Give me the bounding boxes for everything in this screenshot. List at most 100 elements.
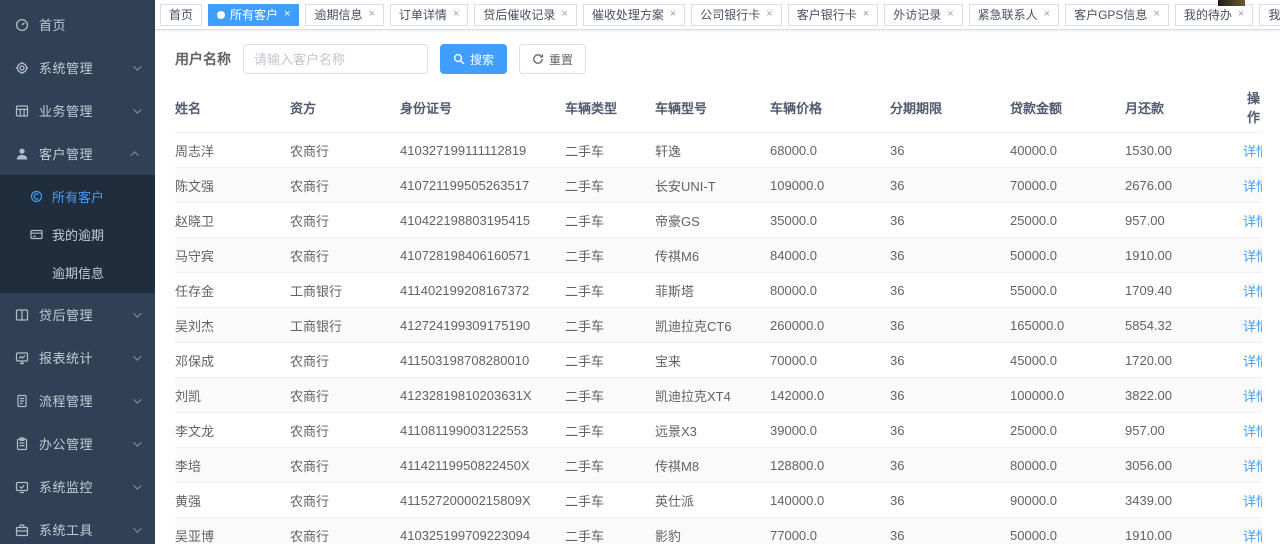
grid-icon — [15, 104, 29, 118]
close-icon[interactable]: × — [284, 9, 290, 20]
view-tab[interactable]: 客户银行卡 × — [788, 4, 878, 26]
chevron-down-icon — [133, 309, 141, 317]
col-header-price: 车辆价格 — [770, 88, 890, 133]
search-input[interactable] — [243, 44, 428, 74]
tab-label: 逾期信息 — [314, 6, 362, 23]
col-header-vehicle-model: 车辆型号 — [655, 88, 770, 133]
sidebar-item-postloan-mgmt[interactable]: 贷后管理 — [0, 293, 155, 336]
detail-link[interactable]: 详情 — [1243, 424, 1262, 439]
close-icon[interactable]: × — [670, 9, 676, 20]
view-tab[interactable]: 逾期信息 × — [305, 4, 383, 26]
cell-vehicle-type: 二手车 — [565, 483, 655, 518]
detail-link[interactable]: 详情 — [1243, 319, 1262, 334]
table-row: 马守宾 农商行 410728198406160571 二手车 传祺M6 8400… — [175, 238, 1262, 273]
cell-price: 39000.0 — [770, 413, 890, 448]
tab-label: 催收处理方案 — [592, 6, 664, 23]
sidebar-item-system-mgmt[interactable]: 系统管理 — [0, 46, 155, 89]
view-tab[interactable]: 所有客户 × — [208, 4, 299, 26]
table-row: 刘凯 农商行 41232819810203631X 二手车 凯迪拉克XT4 14… — [175, 378, 1262, 413]
flow-icon — [15, 394, 29, 408]
view-tab[interactable]: 客户GPS信息 × — [1065, 4, 1169, 26]
cell-term: 36 — [890, 413, 1010, 448]
cell-vehicle-type: 二手车 — [565, 343, 655, 378]
close-icon[interactable]: × — [368, 9, 374, 20]
table-row: 李文龙 农商行 411081199003122553 二手车 远景X3 3900… — [175, 413, 1262, 448]
col-header-loan: 贷款金额 — [1010, 88, 1125, 133]
view-tab[interactable]: 订单详情 × — [390, 4, 468, 26]
cell-vehicle-type: 二手车 — [565, 168, 655, 203]
detail-link[interactable]: 详情 — [1243, 354, 1262, 369]
sidebar-item-label: 贷后管理 — [39, 305, 133, 324]
sidebar-item-process-mgmt[interactable]: 流程管理 — [0, 379, 155, 422]
sidebar-item-system-tools[interactable]: 系统工具 — [0, 508, 155, 544]
sidebar-item-business-mgmt[interactable]: 业务管理 — [0, 89, 155, 132]
cell-name: 邓保成 — [175, 343, 290, 378]
sidebar-item-label: 系统工具 — [39, 520, 133, 539]
chevron-down-icon — [133, 524, 141, 532]
cell-funder: 农商行 — [290, 203, 400, 238]
cell-vehicle-model: 传祺M6 — [655, 238, 770, 273]
detail-link[interactable]: 详情 — [1243, 494, 1262, 509]
cell-monthly: 1910.00 — [1125, 518, 1243, 544]
detail-link[interactable]: 详情 — [1243, 459, 1262, 474]
main-area: 首页 所有客户 × 逾期信息 × 订单详情 — [155, 0, 1280, 544]
reset-button[interactable]: 重置 — [519, 44, 586, 74]
cell-id-number: 41152720000215809X — [400, 483, 565, 518]
cell-monthly: 957.00 — [1125, 203, 1243, 238]
cell-id-number: 411402199208167372 — [400, 273, 565, 308]
cell-id-number: 412724199309175190 — [400, 308, 565, 343]
sidebar-item-overdue-info[interactable]: 逾期信息 — [0, 253, 155, 291]
sidebar-item-my-overdue[interactable]: 我的逾期 — [0, 215, 155, 253]
sidebar-item-customer-mgmt[interactable]: 客户管理 — [0, 132, 155, 175]
close-icon[interactable]: × — [1238, 9, 1244, 20]
detail-link[interactable]: 详情 — [1243, 144, 1262, 159]
view-tab[interactable]: 我的流程 × — [1259, 4, 1280, 26]
detail-link[interactable]: 详情 — [1243, 249, 1262, 264]
view-tab[interactable]: 首页 — [160, 4, 202, 26]
cell-loan: 40000.0 — [1010, 133, 1125, 168]
cell-vehicle-model: 菲斯塔 — [655, 273, 770, 308]
close-icon[interactable]: × — [766, 9, 772, 20]
cell-vehicle-type: 二手车 — [565, 518, 655, 544]
cell-id-number: 411503198708280010 — [400, 343, 565, 378]
view-tab[interactable]: 公司银行卡 × — [691, 4, 781, 26]
view-tab[interactable]: 催收处理方案 × — [583, 4, 685, 26]
table-row: 赵晓卫 农商行 410422198803195415 二手车 帝豪GS 3500… — [175, 203, 1262, 238]
view-tab[interactable]: 外访记录 × — [884, 4, 962, 26]
sidebar-item-all-customers[interactable]: 所有客户 — [0, 177, 155, 215]
sidebar-item-system-monitor[interactable]: 系统监控 — [0, 465, 155, 508]
sidebar-item-home[interactable]: 首页 — [0, 3, 155, 46]
cell-vehicle-type: 二手车 — [565, 308, 655, 343]
view-tab[interactable]: 紧急联系人 × — [969, 4, 1059, 26]
sidebar-item-report-stats[interactable]: 报表统计 — [0, 336, 155, 379]
close-icon[interactable]: × — [561, 9, 567, 20]
tab-label: 订单详情 — [399, 6, 447, 23]
cell-funder: 农商行 — [290, 518, 400, 544]
cell-vehicle-model: 凯迪拉克CT6 — [655, 308, 770, 343]
detail-link[interactable]: 详情 — [1243, 284, 1262, 299]
close-icon[interactable]: × — [1044, 9, 1050, 20]
detail-link[interactable]: 详情 — [1243, 389, 1262, 404]
cell-monthly: 1530.00 — [1125, 133, 1243, 168]
detail-link[interactable]: 详情 — [1243, 529, 1262, 544]
close-icon[interactable]: × — [1153, 9, 1159, 20]
cell-monthly: 1720.00 — [1125, 343, 1243, 378]
chevron-down-icon — [133, 62, 141, 70]
search-button[interactable]: 搜索 — [440, 44, 507, 74]
close-icon[interactable]: × — [863, 9, 869, 20]
view-tab[interactable]: 我的待办 × — [1175, 4, 1253, 26]
gear-icon — [15, 61, 29, 75]
cell-vehicle-model: 宝来 — [655, 343, 770, 378]
cell-name: 吴亚博 — [175, 518, 290, 544]
cell-name: 任存金 — [175, 273, 290, 308]
close-icon[interactable]: × — [947, 9, 953, 20]
view-tab[interactable]: 贷后催收记录 × — [474, 4, 576, 26]
sidebar-item-office-mgmt[interactable]: 办公管理 — [0, 422, 155, 465]
customer-submenu: 所有客户 我的逾期 逾期信息 — [0, 175, 155, 293]
monitor-chart-icon — [15, 351, 29, 365]
cell-price: 35000.0 — [770, 203, 890, 238]
detail-link[interactable]: 详情 — [1243, 179, 1262, 194]
close-icon[interactable]: × — [453, 9, 459, 20]
cell-price: 128800.0 — [770, 448, 890, 483]
detail-link[interactable]: 详情 — [1243, 214, 1262, 229]
